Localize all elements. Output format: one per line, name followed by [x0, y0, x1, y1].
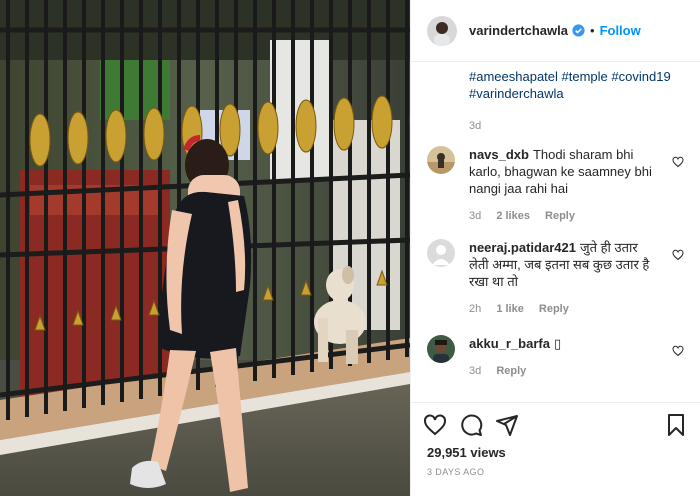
video-frame [0, 0, 410, 496]
like-comment-heart-icon[interactable] [672, 345, 684, 357]
instagram-post: varindertchawla • Follow #ameeshapatel #… [0, 0, 700, 496]
comment-likes[interactable]: 1 like [496, 303, 524, 315]
comment-likes[interactable]: 2 likes [496, 210, 530, 222]
share-icon[interactable] [495, 413, 519, 437]
follow-button[interactable]: Follow [600, 23, 641, 38]
hashtag-link[interactable]: #varinderchawla [469, 86, 564, 101]
comment-meta: 3d Reply [469, 365, 684, 377]
like-comment-heart-icon[interactable] [672, 249, 684, 261]
caption-timestamp: 3d [469, 120, 482, 132]
hashtag-link[interactable]: #temple [562, 69, 608, 84]
commenter-username[interactable]: navs_dxb [469, 147, 529, 162]
comment-meta: 2h 1 like Reply [469, 303, 684, 315]
commenter-username[interactable]: neeraj.patidar421 [469, 240, 576, 255]
comment-item: neeraj.patidar421 जुते ही उतार लेती अम्मा… [427, 239, 684, 315]
post-date: 3 DAYS AGO [427, 467, 485, 477]
commenter-avatar[interactable] [427, 239, 455, 267]
heart-icon[interactable] [423, 413, 447, 437]
bookmark-icon[interactable] [664, 413, 688, 437]
commenter-avatar[interactable] [427, 146, 455, 174]
post-actions: 29,951 views 3 DAYS AGO [411, 402, 700, 496]
commenter-avatar[interactable] [427, 335, 455, 363]
comment-meta: 3d 2 likes Reply [469, 210, 684, 222]
post-header: varindertchawla • Follow [411, 0, 700, 62]
hashtag-link[interactable]: #covind19 [611, 69, 670, 84]
comment-time[interactable]: 3d [469, 210, 481, 222]
hashtag-link[interactable]: #ameeshapatel [469, 69, 558, 84]
comment-time[interactable]: 2h [469, 303, 481, 315]
header-separator: • [590, 23, 595, 38]
comment-item: akku_r_barfa ▯ 3d Reply [427, 335, 684, 377]
reply-button[interactable]: Reply [496, 365, 526, 377]
comment-icon[interactable] [459, 413, 483, 437]
post-caption: #ameeshapatel #temple #covind19 #varinde… [411, 62, 700, 102]
post-video[interactable] [0, 0, 410, 496]
reply-button[interactable]: Reply [539, 303, 569, 315]
comments-section: #ameeshapatel #temple #covind19 #varinde… [411, 62, 700, 402]
verified-badge-icon [572, 24, 585, 37]
comment-item: navs_dxb Thodi sharam bhi karlo, bhagwan … [427, 146, 684, 222]
view-count[interactable]: 29,951 views [427, 445, 506, 460]
like-comment-heart-icon[interactable] [672, 156, 684, 168]
comment-text: ▯ [553, 336, 562, 351]
author-avatar[interactable] [427, 15, 457, 46]
reply-button[interactable]: Reply [545, 210, 575, 222]
author-username[interactable]: varindertchawla [469, 23, 568, 38]
commenter-username[interactable]: akku_r_barfa [469, 336, 550, 351]
post-details-panel: varindertchawla • Follow #ameeshapatel #… [410, 0, 700, 496]
comment-time[interactable]: 3d [469, 365, 481, 377]
